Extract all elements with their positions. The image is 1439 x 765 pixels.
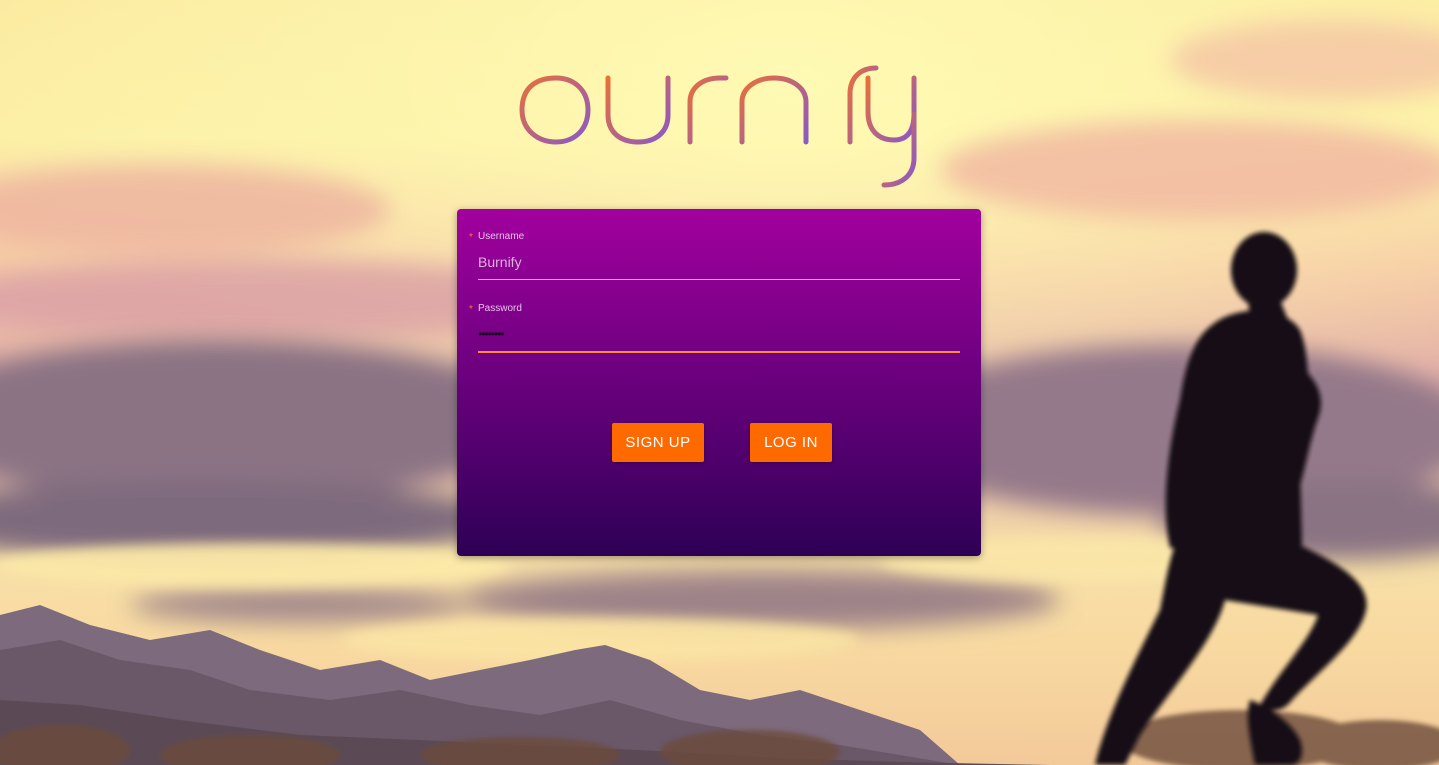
required-marker: *	[469, 232, 473, 243]
username-input[interactable]	[478, 252, 960, 272]
sign-up-button[interactable]: SIGN UP	[612, 423, 704, 462]
password-input[interactable]	[478, 324, 960, 344]
burnify-logo-mark	[519, 39, 917, 188]
username-underline	[478, 279, 960, 280]
burnify-logo	[510, 30, 930, 195]
required-marker: *	[469, 304, 473, 315]
username-field: * Username	[469, 231, 960, 280]
password-field: * Password	[469, 303, 960, 353]
password-label: Password	[478, 303, 522, 314]
login-card: * Username * Password SIGN UP LOG IN	[457, 209, 981, 556]
log-in-button[interactable]: LOG IN	[750, 423, 832, 462]
password-underline	[478, 351, 960, 353]
username-label: Username	[478, 231, 525, 242]
